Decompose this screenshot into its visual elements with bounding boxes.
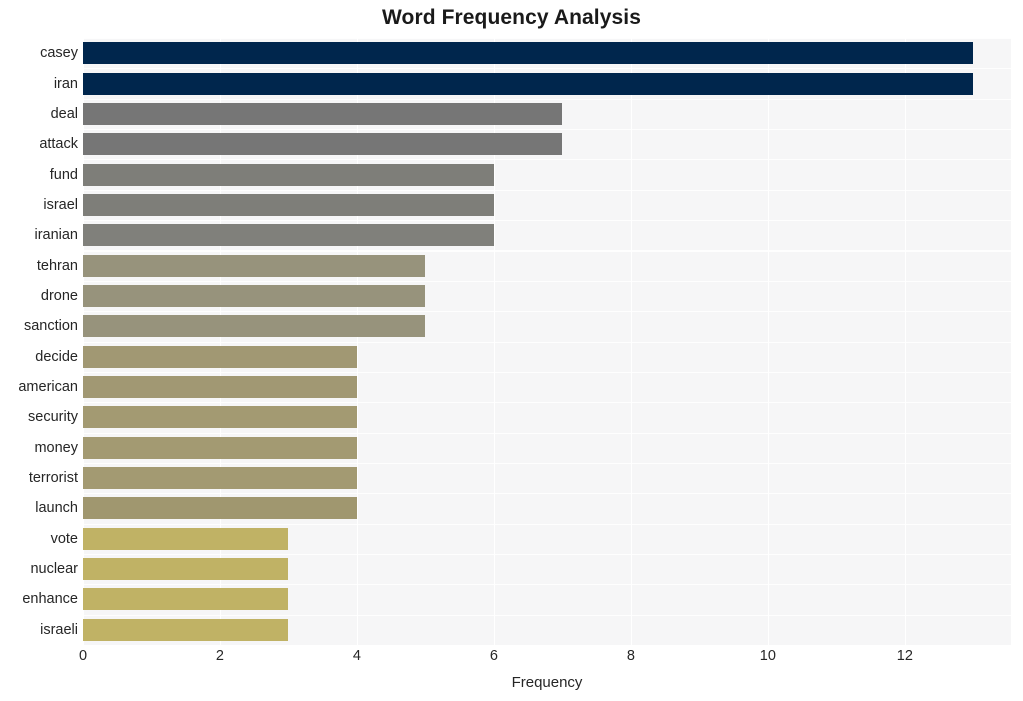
plot-area bbox=[83, 38, 1011, 645]
gridline-horizontal bbox=[83, 371, 1011, 373]
bar[interactable] bbox=[83, 102, 563, 125]
gridline-horizontal bbox=[83, 523, 1011, 525]
gridline-horizontal bbox=[83, 584, 1011, 586]
gridline-horizontal bbox=[83, 98, 1011, 100]
bar[interactable] bbox=[83, 224, 494, 247]
x-tick-label: 8 bbox=[626, 648, 635, 664]
y-tick-label: terrorist bbox=[28, 470, 78, 487]
bar[interactable] bbox=[83, 497, 357, 520]
y-tick-label: sanction bbox=[23, 318, 78, 335]
gridline-horizontal bbox=[83, 159, 1011, 161]
x-tick-label: 6 bbox=[489, 648, 498, 664]
x-tick-label: 10 bbox=[759, 648, 776, 664]
chart-figure: Word Frequency Analysis casey iran deal att… bbox=[0, 0, 1023, 701]
gridline-horizontal bbox=[83, 553, 1011, 556]
bar[interactable] bbox=[83, 284, 426, 307]
y-tick-label: iranian bbox=[34, 227, 78, 244]
bar[interactable] bbox=[83, 254, 426, 277]
x-tick-label: 0 bbox=[78, 648, 88, 664]
gridline-horizontal bbox=[83, 493, 1011, 495]
y-tick-label: deal bbox=[50, 105, 78, 122]
x-tick-label: 4 bbox=[352, 648, 361, 664]
y-tick-label: casey bbox=[40, 45, 78, 62]
gridline-horizontal bbox=[83, 129, 1011, 131]
bar[interactable] bbox=[83, 315, 426, 338]
y-tick-label: american bbox=[18, 379, 78, 396]
bar[interactable] bbox=[83, 527, 289, 550]
y-axis-tick-labels: casey iran deal attack fund israel iranian tehr… bbox=[0, 38, 78, 645]
chart-title: Word Frequency Analysis bbox=[381, 6, 642, 29]
gridline-horizontal bbox=[83, 220, 1011, 222]
y-tick-label: nuclear bbox=[30, 561, 78, 578]
gridline-horizontal bbox=[83, 280, 1011, 282]
bar[interactable] bbox=[83, 588, 289, 611]
gridline-horizontal bbox=[83, 189, 1011, 191]
gridline-horizontal bbox=[83, 341, 1011, 343]
bar[interactable] bbox=[83, 163, 494, 186]
bar[interactable] bbox=[83, 376, 357, 399]
y-tick-label: security bbox=[28, 409, 78, 426]
bar[interactable] bbox=[83, 42, 974, 65]
bar[interactable] bbox=[83, 193, 494, 216]
gridline-horizontal bbox=[83, 402, 1011, 404]
bar[interactable] bbox=[83, 72, 974, 95]
gridline-horizontal bbox=[83, 68, 1011, 70]
x-axis-label: Frequency bbox=[511, 674, 583, 691]
y-tick-label: vote bbox=[50, 530, 78, 547]
y-tick-label: iran bbox=[53, 75, 78, 92]
bar[interactable] bbox=[83, 467, 357, 490]
gridline-horizontal bbox=[83, 462, 1011, 464]
y-tick-label: launch bbox=[35, 500, 78, 517]
y-tick-label: decide bbox=[35, 348, 78, 365]
gridline-horizontal bbox=[83, 432, 1011, 434]
gridline-horizontal bbox=[83, 38, 1011, 40]
bar[interactable] bbox=[83, 345, 357, 368]
x-tick-label: 2 bbox=[215, 648, 224, 664]
x-axis-tick-labels: 0 2 4 6 8 10 12 bbox=[79, 648, 1011, 670]
y-tick-label: israel bbox=[43, 196, 78, 213]
gridline-horizontal bbox=[83, 614, 1011, 616]
bar[interactable] bbox=[83, 436, 357, 459]
bar[interactable] bbox=[83, 558, 289, 581]
y-tick-label: drone bbox=[40, 287, 78, 304]
y-tick-label: tehran bbox=[36, 257, 78, 274]
y-tick-label: fund bbox=[49, 166, 78, 183]
y-tick-label: enhance bbox=[22, 591, 78, 608]
y-tick-label: money bbox=[34, 439, 78, 456]
gridline-horizontal bbox=[83, 250, 1011, 252]
bar[interactable] bbox=[83, 133, 563, 156]
x-tick-label: 12 bbox=[896, 648, 913, 664]
y-tick-label: israeli bbox=[40, 621, 78, 638]
y-tick-label: attack bbox=[39, 136, 78, 153]
bar[interactable] bbox=[83, 618, 289, 641]
bar[interactable] bbox=[83, 406, 357, 429]
gridline-horizontal bbox=[83, 311, 1011, 313]
